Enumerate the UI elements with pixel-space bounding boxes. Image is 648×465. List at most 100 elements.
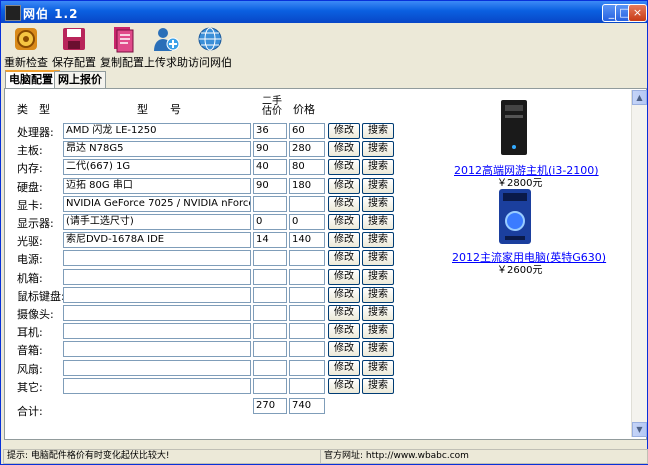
used-price-field[interactable]: 40 — [253, 159, 287, 175]
used-price-field[interactable] — [253, 305, 287, 321]
upload-help-label: 上传求助 — [144, 56, 188, 69]
used-price-field[interactable] — [253, 196, 287, 212]
scroll-up-button[interactable]: ▲ — [632, 90, 647, 105]
used-price-field[interactable]: 90 — [253, 178, 287, 194]
edit-button[interactable]: 修改 — [328, 269, 360, 285]
search-button[interactable]: 搜索 — [362, 323, 394, 339]
row-label: 摄像头: — [17, 308, 54, 321]
used-price-field[interactable] — [253, 250, 287, 266]
row-label: 光驱: — [17, 235, 43, 248]
upload-help-button[interactable]: 上传求助 — [141, 24, 191, 69]
model-field[interactable]: AMD 闪龙 LE-1250 — [63, 123, 251, 139]
total-price-field[interactable]: 740 — [289, 398, 325, 414]
model-field[interactable] — [63, 305, 251, 321]
tab-pc-config[interactable]: 电脑配置 — [5, 70, 60, 90]
header-category: 类 型 — [17, 103, 50, 116]
edit-button[interactable]: 修改 — [328, 123, 360, 139]
edit-button[interactable]: 修改 — [328, 159, 360, 175]
model-field[interactable] — [63, 360, 251, 376]
price-field[interactable] — [289, 360, 325, 376]
used-price-field[interactable] — [253, 341, 287, 357]
vertical-scrollbar[interactable]: ▲ ▼ — [631, 90, 647, 437]
price-field[interactable] — [289, 378, 325, 394]
price-field[interactable]: 280 — [289, 141, 325, 157]
edit-button[interactable]: 修改 — [328, 323, 360, 339]
price-field[interactable]: 60 — [289, 123, 325, 139]
model-field[interactable]: 迈拓 80G 串口 — [63, 178, 251, 194]
used-price-field[interactable]: 90 — [253, 141, 287, 157]
copy-config-button[interactable]: 复制配置 — [97, 24, 147, 69]
search-button[interactable]: 搜索 — [362, 196, 394, 212]
model-field[interactable] — [63, 269, 251, 285]
search-button[interactable]: 搜索 — [362, 269, 394, 285]
price-field[interactable]: 80 — [289, 159, 325, 175]
search-button[interactable]: 搜索 — [362, 123, 394, 139]
search-button[interactable]: 搜索 — [362, 287, 394, 303]
used-price-field[interactable]: 36 — [253, 123, 287, 139]
price-field[interactable] — [289, 250, 325, 266]
edit-button[interactable]: 修改 — [328, 214, 360, 230]
edit-button[interactable]: 修改 — [328, 378, 360, 394]
copy-icon — [114, 27, 134, 53]
edit-button[interactable]: 修改 — [328, 178, 360, 194]
save-config-button[interactable]: 保存配置 — [49, 24, 99, 69]
price-field[interactable] — [289, 323, 325, 339]
scroll-down-button[interactable]: ▼ — [632, 422, 647, 437]
row-label: 音箱: — [17, 344, 43, 357]
row-label: 显示器: — [17, 217, 54, 230]
used-price-field[interactable]: 0 — [253, 214, 287, 230]
used-price-field[interactable] — [253, 360, 287, 376]
model-field[interactable] — [63, 287, 251, 303]
recheck-button[interactable]: 重新检查 — [1, 24, 51, 69]
edit-button[interactable]: 修改 — [328, 250, 360, 266]
search-button[interactable]: 搜索 — [362, 178, 394, 194]
model-field[interactable] — [63, 378, 251, 394]
price-field[interactable] — [289, 196, 325, 212]
price-field[interactable]: 0 — [289, 214, 325, 230]
edit-button[interactable]: 修改 — [328, 287, 360, 303]
edit-button[interactable]: 修改 — [328, 196, 360, 212]
model-field[interactable]: 昂达 N78G5 — [63, 141, 251, 157]
used-price-field[interactable] — [253, 323, 287, 339]
total-used-field[interactable]: 270 — [253, 398, 287, 414]
search-button[interactable]: 搜索 — [362, 232, 394, 248]
search-button[interactable]: 搜索 — [362, 214, 394, 230]
used-price-field[interactable] — [253, 287, 287, 303]
model-field[interactable] — [63, 341, 251, 357]
search-button[interactable]: 搜索 — [362, 378, 394, 394]
search-button[interactable]: 搜索 — [362, 341, 394, 357]
tab-online-quotes[interactable]: 网上报价 — [54, 71, 106, 88]
visit-site-button[interactable]: 访问网伯 — [185, 24, 235, 69]
search-button[interactable]: 搜索 — [362, 141, 394, 157]
globe-icon — [198, 27, 222, 51]
used-price-field[interactable] — [253, 269, 287, 285]
user-add-icon — [154, 28, 180, 51]
model-field[interactable]: 索尼DVD-1678A IDE — [63, 232, 251, 248]
used-price-field[interactable] — [253, 378, 287, 394]
search-button[interactable]: 搜索 — [362, 250, 394, 266]
edit-button[interactable]: 修改 — [328, 232, 360, 248]
used-price-field[interactable]: 14 — [253, 232, 287, 248]
price-field[interactable] — [289, 305, 325, 321]
model-field[interactable]: (请手工选尺寸) — [63, 214, 251, 230]
pc-tower-image-1[interactable] — [499, 99, 529, 157]
model-field[interactable] — [63, 323, 251, 339]
price-field[interactable] — [289, 287, 325, 303]
close-button[interactable]: × — [628, 4, 647, 22]
price-field[interactable]: 180 — [289, 178, 325, 194]
search-button[interactable]: 搜索 — [362, 360, 394, 376]
price-field[interactable]: 140 — [289, 232, 325, 248]
edit-button[interactable]: 修改 — [328, 141, 360, 157]
model-field[interactable] — [63, 250, 251, 266]
search-button[interactable]: 搜索 — [362, 305, 394, 321]
header-used-price: 二手估价 — [262, 96, 282, 117]
edit-button[interactable]: 修改 — [328, 305, 360, 321]
price-field[interactable] — [289, 269, 325, 285]
model-field[interactable]: 二代(667) 1G — [63, 159, 251, 175]
price-field[interactable] — [289, 341, 325, 357]
pc-tower-image-2[interactable] — [496, 188, 534, 246]
edit-button[interactable]: 修改 — [328, 341, 360, 357]
edit-button[interactable]: 修改 — [328, 360, 360, 376]
model-field[interactable]: NVIDIA GeForce 7025 / NVIDIA nForce — [63, 196, 251, 212]
search-button[interactable]: 搜索 — [362, 159, 394, 175]
